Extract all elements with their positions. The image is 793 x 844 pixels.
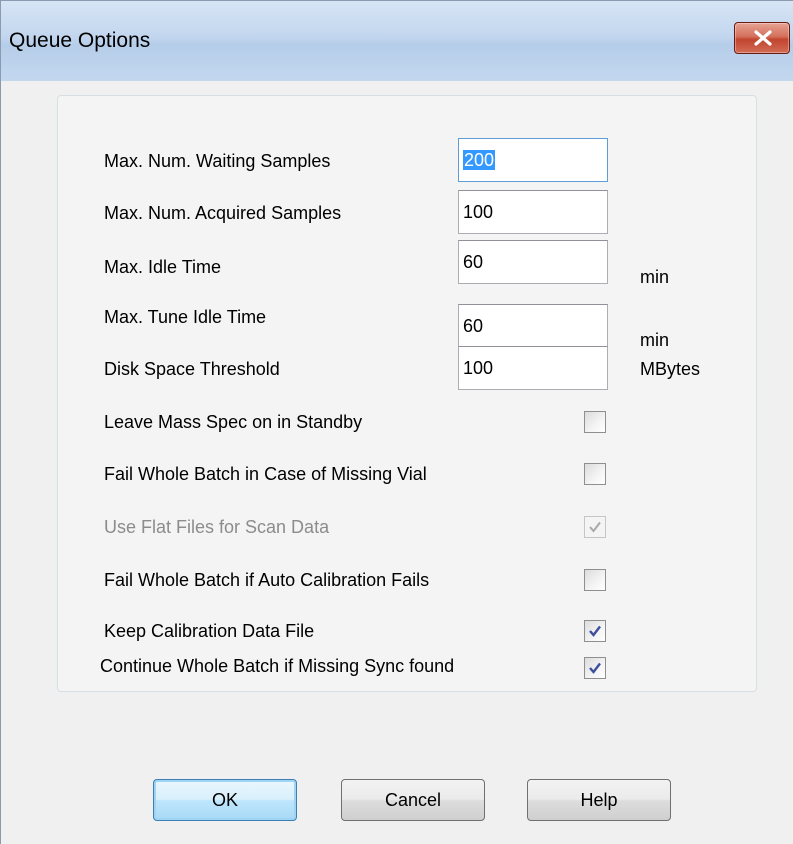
disk-space-label: Disk Space Threshold bbox=[104, 359, 280, 379]
options-group-box: Max. Num. Waiting Samples 200 Max. Num. … bbox=[57, 95, 757, 692]
disk-space-input[interactable]: 100 bbox=[458, 346, 608, 390]
checkmark-icon bbox=[589, 625, 601, 637]
ok-button[interactable]: OK bbox=[153, 779, 297, 821]
close-icon bbox=[754, 30, 772, 46]
disk-space-value: 100 bbox=[463, 358, 494, 378]
waiting-samples-label: Max. Num. Waiting Samples bbox=[104, 151, 331, 171]
missing-sync-checkbox[interactable] bbox=[584, 657, 606, 679]
auto-calibration-checkbox[interactable] bbox=[584, 569, 606, 591]
tune-idle-time-label: Max. Tune Idle Time bbox=[104, 307, 267, 327]
checkmark-icon bbox=[589, 662, 601, 674]
acquired-samples-label: Max. Num. Acquired Samples bbox=[104, 203, 342, 223]
acquired-samples-value: 100 bbox=[463, 202, 494, 222]
dialog-client-area: Max. Num. Waiting Samples 200 Max. Num. … bbox=[1, 81, 793, 844]
tune-idle-time-value: 60 bbox=[463, 316, 484, 336]
waiting-samples-value: 200 bbox=[463, 150, 496, 170]
idle-time-label: Max. Idle Time bbox=[104, 257, 222, 277]
keep-calibration-label: Keep Calibration Data File bbox=[104, 621, 315, 641]
idle-time-input[interactable]: 60 bbox=[458, 240, 608, 284]
auto-calibration-label: Fail Whole Batch if Auto Calibration Fai… bbox=[104, 570, 430, 590]
idle-time-unit: min bbox=[640, 267, 670, 287]
standby-checkbox[interactable] bbox=[584, 411, 606, 433]
keep-calibration-checkbox[interactable] bbox=[584, 620, 606, 642]
idle-time-value: 60 bbox=[463, 252, 484, 272]
queue-options-dialog: Queue Options Max. Num. Waiting Samples … bbox=[0, 0, 793, 844]
window-title: Queue Options bbox=[9, 29, 151, 52]
standby-label: Leave Mass Spec on in Standby bbox=[104, 412, 363, 432]
missing-vial-checkbox[interactable] bbox=[584, 463, 606, 485]
disk-space-unit: MBytes bbox=[640, 359, 701, 379]
tune-idle-time-unit: min bbox=[640, 330, 670, 350]
waiting-samples-input[interactable]: 200 bbox=[458, 138, 608, 182]
flat-files-checkbox bbox=[584, 516, 606, 538]
missing-vial-label: Fail Whole Batch in Case of Missing Vial bbox=[104, 464, 427, 484]
missing-sync-label: Continue Whole Batch if Missing Sync fou… bbox=[100, 656, 455, 676]
close-button[interactable] bbox=[734, 22, 790, 54]
checkmark-icon bbox=[589, 521, 601, 533]
acquired-samples-input[interactable]: 100 bbox=[458, 190, 608, 234]
cancel-button[interactable]: Cancel bbox=[341, 779, 485, 821]
help-button[interactable]: Help bbox=[527, 779, 671, 821]
tune-idle-time-input[interactable]: 60 bbox=[458, 304, 608, 348]
flat-files-label: Use Flat Files for Scan Data bbox=[104, 517, 330, 537]
title-bar[interactable]: Queue Options bbox=[1, 1, 793, 81]
